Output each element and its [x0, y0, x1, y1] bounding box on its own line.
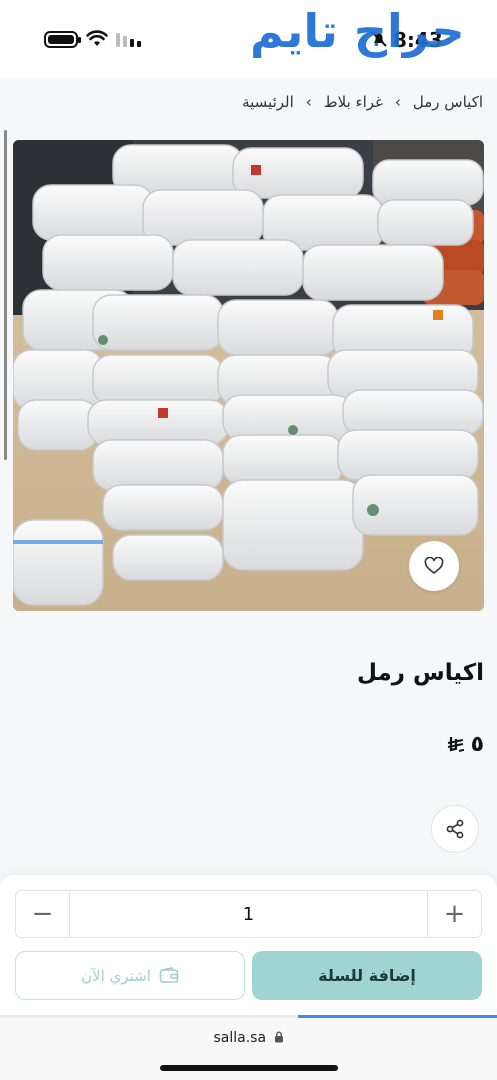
url-display[interactable]: salla.sa	[0, 1030, 497, 1046]
scroll-indicator	[4, 130, 7, 460]
url-text: salla.sa	[213, 1030, 267, 1046]
wishlist-button[interactable]	[409, 541, 459, 591]
breadcrumb-home[interactable]: الرئيسية	[242, 93, 294, 111]
buy-now-label: اشتري الآن	[81, 966, 151, 985]
heart-icon	[424, 557, 444, 574]
quantity-decrease-button[interactable]: −	[16, 891, 70, 937]
breadcrumb-category[interactable]: غراء بلاط	[324, 93, 383, 111]
home-indicator	[160, 1065, 338, 1071]
sand-bags-photo	[13, 140, 484, 611]
buy-now-button[interactable]: اشتري الآن	[15, 951, 245, 1000]
wallet-icon	[159, 967, 179, 983]
share-icon	[446, 819, 464, 839]
product-price: ٥	[447, 732, 484, 757]
signal-icon	[116, 33, 141, 47]
add-to-cart-label: إضافة للسلة	[318, 966, 416, 985]
wifi-icon	[86, 30, 108, 46]
add-to-cart-button[interactable]: إضافة للسلة	[252, 951, 482, 1000]
quantity-stepper: − 1 +	[15, 890, 482, 938]
share-button[interactable]	[431, 805, 479, 853]
chevron-icon: ›	[305, 93, 312, 111]
price-value: ٥	[470, 732, 484, 757]
quantity-value[interactable]: 1	[70, 891, 427, 937]
browser-url-bar[interactable]: salla.sa	[0, 1018, 497, 1080]
status-bar: 8:43 حراج تايم	[0, 0, 497, 78]
watermark-logo: حراج تايم	[250, 4, 465, 58]
product-image	[13, 140, 484, 611]
battery-icon	[44, 31, 81, 48]
lock-icon	[274, 1031, 283, 1043]
quantity-increase-button[interactable]: +	[427, 891, 481, 937]
chevron-icon: ›	[394, 93, 401, 111]
breadcrumb: الرئيسية › غراء بلاط › اكياس رمل	[242, 90, 483, 114]
product-title: اكياس رمل	[356, 660, 484, 686]
breadcrumb-current: اكياس رمل	[412, 93, 483, 111]
saudi-riyal-icon	[447, 736, 464, 752]
